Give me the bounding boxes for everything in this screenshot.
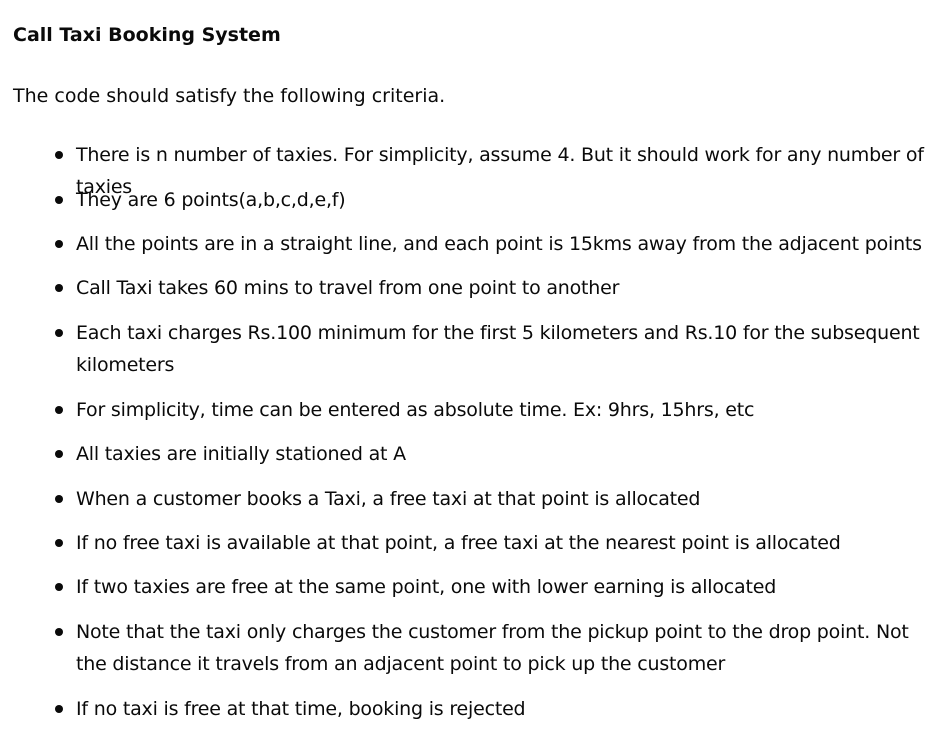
- bullet-icon: [55, 240, 63, 248]
- bullet-icon: [55, 450, 63, 458]
- document: Call Taxi Booking System The code should…: [0, 0, 943, 745]
- bullet-icon: [55, 628, 63, 636]
- bullet-icon: [55, 539, 63, 547]
- bullet-icon: [55, 196, 63, 204]
- criteria-item: All the points are in a straight line, a…: [55, 228, 928, 260]
- criteria-item: For simplicity, time can be entered as a…: [55, 394, 928, 426]
- bullet-icon: [55, 495, 63, 503]
- criteria-text: When a customer books a Taxi, a free tax…: [76, 488, 701, 510]
- bullet-icon: [55, 151, 63, 159]
- criteria-item: Call Taxi takes 60 mins to travel from o…: [55, 272, 928, 304]
- criteria-text: Note that the taxi only charges the cust…: [76, 621, 909, 675]
- criteria-item: If no free taxi is available at that poi…: [55, 527, 928, 559]
- criteria-item: When a customer books a Taxi, a free tax…: [55, 483, 928, 515]
- criteria-item: Each taxi charges Rs.100 minimum for the…: [55, 317, 928, 381]
- criteria-text: For simplicity, time can be entered as a…: [76, 399, 755, 421]
- criteria-item: If no taxi is free at that time, booking…: [55, 693, 928, 725]
- document-title: Call Taxi Booking System: [13, 24, 281, 46]
- criteria-text: If no free taxi is available at that poi…: [76, 532, 841, 554]
- criteria-text: Call Taxi takes 60 mins to travel from o…: [76, 277, 620, 299]
- bullet-icon: [55, 705, 63, 713]
- criteria-text: All taxies are initially stationed at A: [76, 443, 406, 465]
- bullet-icon: [55, 406, 63, 414]
- criteria-text: They are 6 points(a,b,c,d,e,f): [76, 189, 346, 211]
- criteria-text: If no taxi is free at that time, booking…: [76, 698, 526, 720]
- criteria-text: If two taxies are free at the same point…: [76, 576, 777, 598]
- bullet-icon: [55, 583, 63, 591]
- criteria-text: Each taxi charges Rs.100 minimum for the…: [76, 322, 920, 376]
- intro-text: The code should satisfy the following cr…: [13, 85, 446, 107]
- bullet-icon: [55, 329, 63, 337]
- criteria-text: All the points are in a straight line, a…: [76, 233, 922, 255]
- bullet-icon: [55, 284, 63, 292]
- criteria-item: They are 6 points(a,b,c,d,e,f): [55, 184, 928, 216]
- criteria-item: Note that the taxi only charges the cust…: [55, 616, 928, 680]
- criteria-item: If two taxies are free at the same point…: [55, 571, 928, 603]
- criteria-item: All taxies are initially stationed at A: [55, 438, 928, 470]
